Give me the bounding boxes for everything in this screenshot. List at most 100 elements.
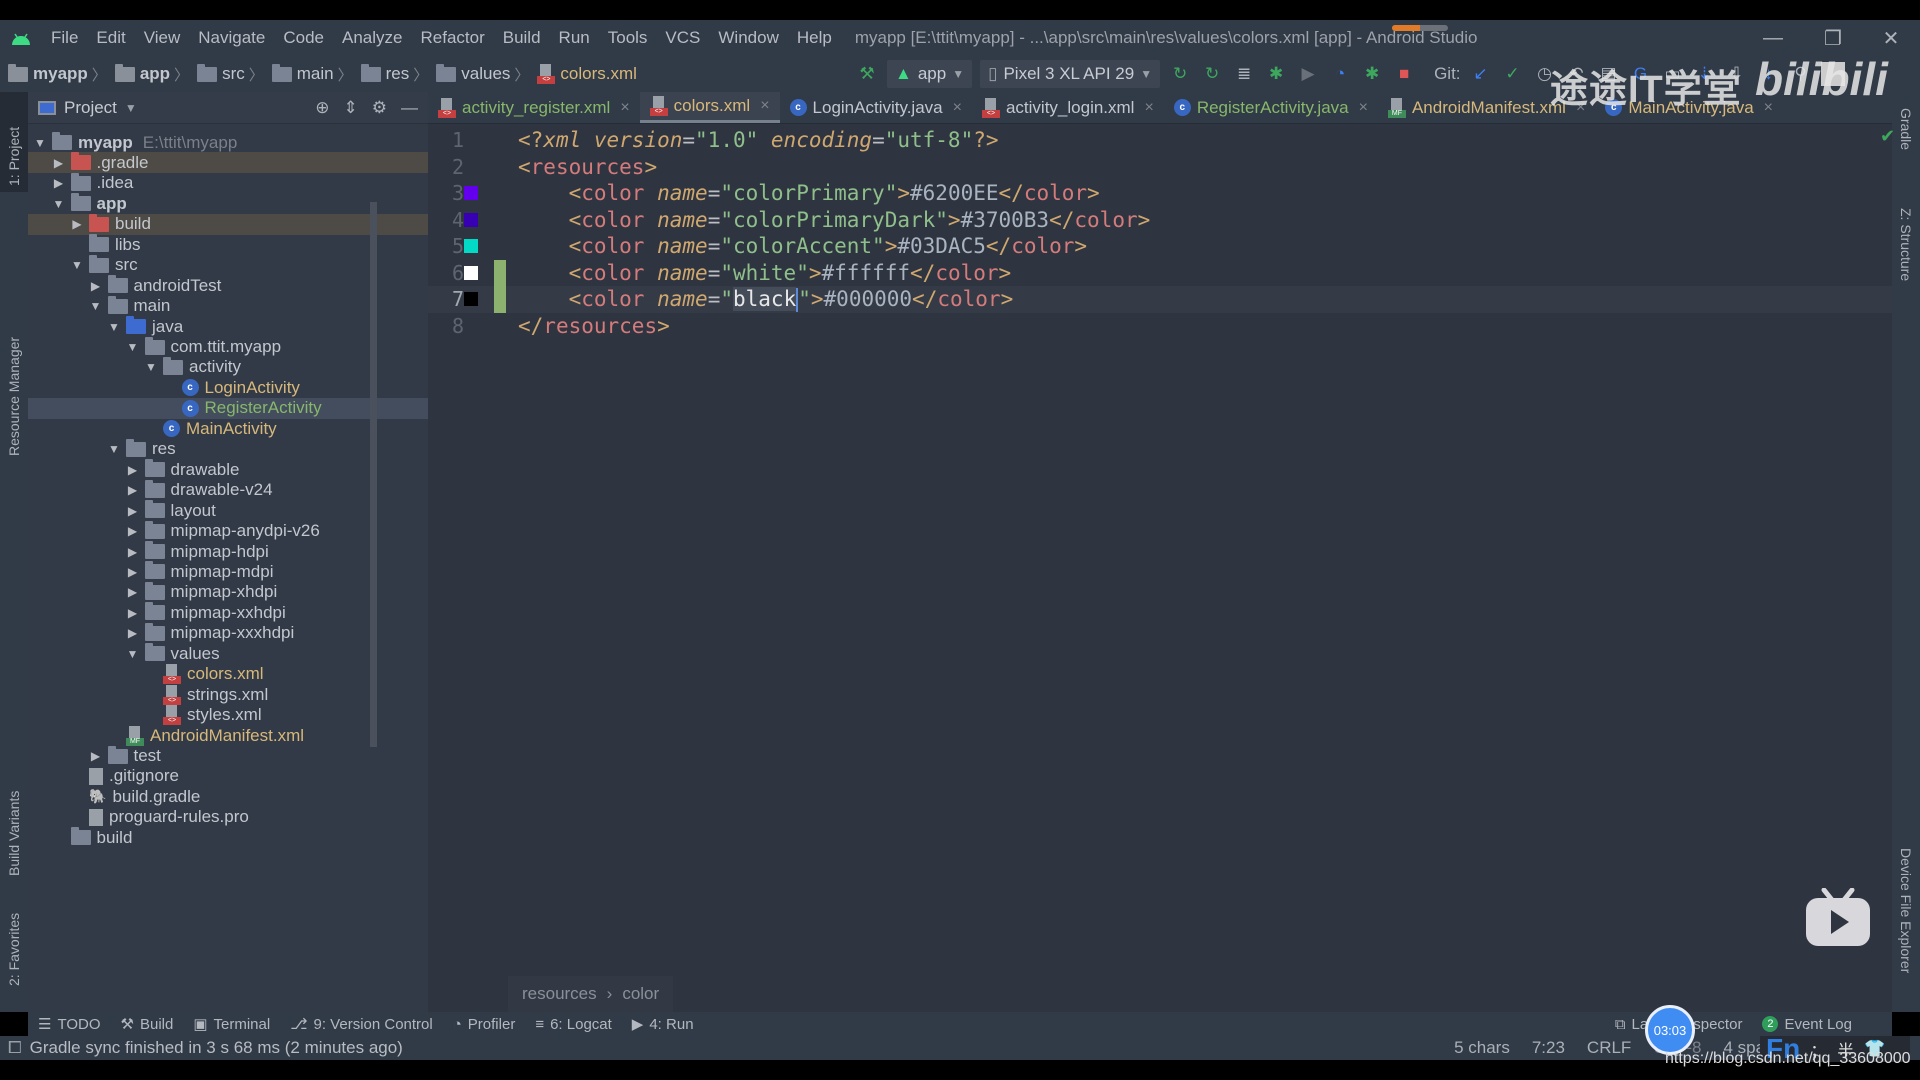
editor-tab[interactable]: <> activity_register.xml ×	[428, 92, 640, 123]
collapsed-arrow-icon[interactable]: ▶	[125, 606, 141, 620]
line-number[interactable]: 2	[428, 154, 464, 181]
git-commit-icon[interactable]: ✓	[1501, 62, 1525, 86]
color-swatch-colorPrimaryDark[interactable]	[464, 212, 478, 227]
editor-tab[interactable]: c LoginActivity.java ×	[780, 92, 972, 123]
tree-item[interactable]: ▶ build	[28, 213, 428, 235]
tree-item[interactable]: ▶ .gradle	[28, 152, 428, 174]
collapsed-arrow-icon[interactable]: ▶	[125, 545, 141, 559]
line-number[interactable]: 5	[428, 233, 464, 260]
project-view-selector[interactable]: Project	[64, 98, 117, 118]
tree-item[interactable]: ▼ java	[28, 316, 428, 337]
color-swatch-black[interactable]	[464, 292, 478, 307]
tree-item[interactable]: ▶ .idea	[28, 172, 428, 194]
expanded-arrow-icon[interactable]: ▼	[32, 136, 48, 150]
locate-file-icon[interactable]: ⊕	[315, 98, 329, 118]
editor-tab[interactable]: <> activity_login.xml ×	[972, 92, 1164, 123]
tree-item[interactable]: <> styles.xml	[28, 705, 428, 726]
tree-item[interactable]: ▶ drawable-v24	[28, 479, 428, 501]
tree-item[interactable]: ▼ myapp E:\ttit\myapp	[28, 132, 428, 153]
inspection-ok-icon[interactable]: ✔	[1880, 126, 1895, 147]
menu-vcs[interactable]: VCS	[656, 28, 709, 48]
expanded-arrow-icon[interactable]: ▼	[143, 360, 159, 374]
tree-item[interactable]: ▼ src	[28, 254, 428, 276]
close-tab-icon[interactable]: ×	[760, 97, 769, 115]
profile-disabled-icon[interactable]: ▶	[1296, 62, 1320, 86]
editor-tab[interactable]: c RegisterActivity.java ×	[1164, 92, 1378, 123]
minimize-button[interactable]: —	[1750, 20, 1796, 56]
menu-navigate[interactable]: Navigate	[189, 28, 274, 48]
terminal-tool-button[interactable]: ▣ Terminal	[193, 1015, 270, 1034]
vcs-change-marker[interactable]	[494, 259, 506, 313]
collapsed-arrow-icon[interactable]: ▶	[125, 585, 141, 599]
editor-tab[interactable]: <> colors.xml ×	[639, 92, 780, 123]
line-number[interactable]: 7	[428, 286, 464, 313]
tree-item[interactable]: ▼ res	[28, 438, 428, 460]
tree-item[interactable]: ▶ mipmap-mdpi	[28, 561, 428, 582]
collapsed-arrow-icon[interactable]: ▶	[51, 156, 67, 170]
run-tool-button[interactable]: ▶ 4: Run	[632, 1015, 694, 1034]
build-variants-tool-tab[interactable]: Build Variants	[0, 752, 28, 882]
structure-tool-tab[interactable]: Z: Structure	[1892, 202, 1920, 322]
menu-view[interactable]: View	[135, 28, 190, 48]
caret-position[interactable]: 7:23	[1532, 1038, 1565, 1058]
menu-refactor[interactable]: Refactor	[411, 28, 493, 48]
collapse-all-icon[interactable]: ⇕	[344, 98, 358, 118]
tree-item[interactable]: ▶ mipmap-xxxhdpi	[28, 622, 428, 644]
tree-item[interactable]: ▶ androidTest	[28, 275, 428, 296]
tree-item[interactable]: ▶ drawable	[28, 459, 428, 480]
menu-run[interactable]: Run	[550, 28, 599, 48]
breadcrumb-myapp[interactable]: myapp 〉	[0, 63, 107, 85]
coverage-icon[interactable]: ≣	[1232, 62, 1256, 86]
menu-help[interactable]: Help	[788, 28, 841, 48]
color-swatch-colorAccent[interactable]	[464, 239, 478, 254]
run-config-selector[interactable]: ▲ app ▼	[887, 60, 973, 88]
tree-item[interactable]: ▶ layout	[28, 500, 428, 521]
collapsed-arrow-icon[interactable]: ▶	[88, 749, 104, 763]
line-number[interactable]: 8	[428, 313, 464, 340]
apply-code-changes-icon[interactable]: ↻	[1200, 62, 1224, 86]
menu-window[interactable]: Window	[709, 28, 787, 48]
line-number[interactable]: 4	[428, 207, 464, 234]
color-swatch-white[interactable]	[464, 265, 478, 280]
gear-icon[interactable]: ⚙	[372, 98, 387, 118]
restore-button[interactable]: ❐	[1810, 20, 1856, 56]
tree-item[interactable]: ▶ mipmap-hdpi	[28, 541, 428, 562]
close-button[interactable]: ✕	[1868, 20, 1914, 56]
tree-item[interactable]: <> strings.xml	[28, 684, 428, 705]
collapsed-arrow-icon[interactable]: ▶	[125, 483, 141, 497]
line-number[interactable]: 1	[428, 127, 464, 154]
close-tab-icon[interactable]: ×	[1144, 99, 1153, 117]
breadcrumb-main[interactable]: main 〉	[264, 63, 353, 85]
collapsed-arrow-icon[interactable]: ▶	[125, 504, 141, 518]
gradle-tool-tab[interactable]: Gradle	[1892, 102, 1920, 182]
menu-code[interactable]: Code	[274, 28, 333, 48]
collapsed-arrow-icon[interactable]: ▶	[125, 565, 141, 579]
line-number[interactable]: 6	[428, 260, 464, 287]
profiler-icon[interactable]: ◔	[1328, 62, 1352, 86]
tree-item[interactable]: build	[28, 827, 428, 848]
debug-icon[interactable]: ✱	[1264, 62, 1288, 86]
expanded-arrow-icon[interactable]: ▼	[88, 299, 104, 313]
tree-item[interactable]: ▶ mipmap-xhdpi	[28, 581, 428, 603]
expanded-arrow-icon[interactable]: ▼	[125, 647, 141, 661]
editor-crumb-resources[interactable]: resources	[522, 984, 597, 1004]
menu-edit[interactable]: Edit	[87, 28, 134, 48]
tree-item[interactable]: 🐘 build.gradle	[28, 786, 428, 807]
background-progress-indicator[interactable]	[1392, 25, 1448, 31]
close-tab-icon[interactable]: ×	[620, 99, 629, 117]
tree-item[interactable]: ▼ main	[28, 295, 428, 317]
event-log-button[interactable]: 2 Event Log	[1762, 1016, 1852, 1033]
collapsed-arrow-icon[interactable]: ▶	[125, 626, 141, 640]
resource-manager-tool-tab[interactable]: Resource Manager	[0, 222, 28, 462]
tree-item[interactable]: ▶ mipmap-anydpi-v26	[28, 520, 428, 542]
close-tab-icon[interactable]: ×	[1359, 99, 1368, 117]
tree-item[interactable]: libs	[28, 234, 428, 255]
breadcrumb-values[interactable]: values 〉	[428, 63, 529, 85]
tree-item[interactable]: .gitignore	[28, 766, 428, 787]
breadcrumb-res[interactable]: res 〉	[353, 63, 428, 85]
device-file-explorer-tool-tab[interactable]: Device File Explorer	[1892, 842, 1920, 1012]
toggle-tool-windows-icon[interactable]: ⧠	[8, 1038, 22, 1058]
project-scrollbar[interactable]	[370, 202, 377, 747]
tree-item[interactable]: ▶ mipmap-xxhdpi	[28, 602, 428, 623]
menu-build[interactable]: Build	[494, 28, 550, 48]
